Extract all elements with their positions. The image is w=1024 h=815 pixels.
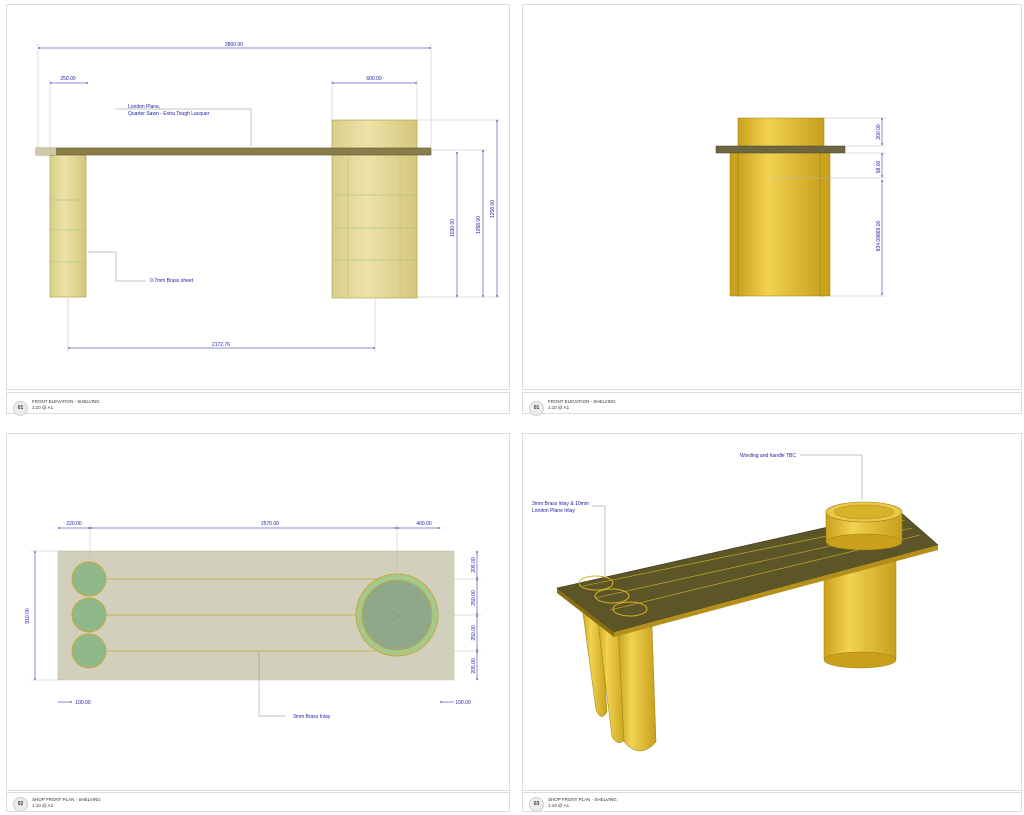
dim-side-mid: 58.00 xyxy=(876,161,882,174)
dim-plan-205b: 205.00 xyxy=(471,658,477,674)
side-shelf xyxy=(715,145,846,154)
annotation-inlay-line1: 3mm Brass inlay & 10mm xyxy=(532,501,589,507)
plan-leg-3 xyxy=(71,633,107,669)
front-elevation-dimensions xyxy=(37,44,500,352)
right-cylinder xyxy=(331,119,418,299)
left-pillar xyxy=(49,151,87,298)
plan-drawing xyxy=(57,550,455,681)
drawing-canvas: 2800.00 250.00 600.00 2172.76 1030.00 10… xyxy=(25,42,939,752)
dim-plan-220: 220.00 xyxy=(66,521,82,527)
dim-height-3: 1258.00 xyxy=(490,200,496,218)
dim-height-1: 1030.00 xyxy=(450,219,456,237)
annotation-wording-handle: Wording and handle TBC xyxy=(740,453,796,459)
annotation-brass-sheet: 0.7mm Brass sheet xyxy=(150,278,194,284)
dim-plan-400: 400.00 xyxy=(416,521,432,527)
dim-plan-205a: 205.00 xyxy=(471,557,477,573)
plan-leg-2 xyxy=(71,597,107,633)
annotation-inlay-line2: London Plane Inlay xyxy=(532,508,575,514)
dim-bottom-span: 2172.76 xyxy=(212,342,230,348)
dim-plan-100b: 100.00 xyxy=(455,700,471,706)
dim-side-low: 834.09869.00 xyxy=(876,220,882,251)
dim-height-2: 1058.00 xyxy=(476,216,482,234)
dim-plan-100a: 100.00 xyxy=(75,700,91,706)
side-cylinder xyxy=(737,117,825,297)
dim-plan-250b: 250.00 xyxy=(471,625,477,641)
dim-cylinder-width: 600.00 xyxy=(366,76,382,82)
side-elevation-drawing xyxy=(715,117,846,297)
dim-plan-250a: 250.00 xyxy=(471,590,477,606)
annotation-wood-line2: Quarter Sawn - Extra Tough Lacquer xyxy=(128,111,210,117)
dim-left-offset: 250.00 xyxy=(60,76,76,82)
perspective-drawing xyxy=(556,501,939,752)
dim-overall-length: 2800.00 xyxy=(225,42,243,48)
annotation-wood-line1: London Plane, xyxy=(128,104,160,110)
plan-leg-1 xyxy=(71,561,107,597)
shelf-board xyxy=(35,147,432,156)
front-elevation-drawing xyxy=(35,119,432,299)
dim-plan-2570: 2570.00 xyxy=(261,521,279,527)
dim-plan-910: 910.00 xyxy=(25,608,31,624)
annotation-brass-inlay: 3mm Brass Inlay xyxy=(293,714,331,720)
dim-side-top: 200.00 xyxy=(876,124,882,140)
